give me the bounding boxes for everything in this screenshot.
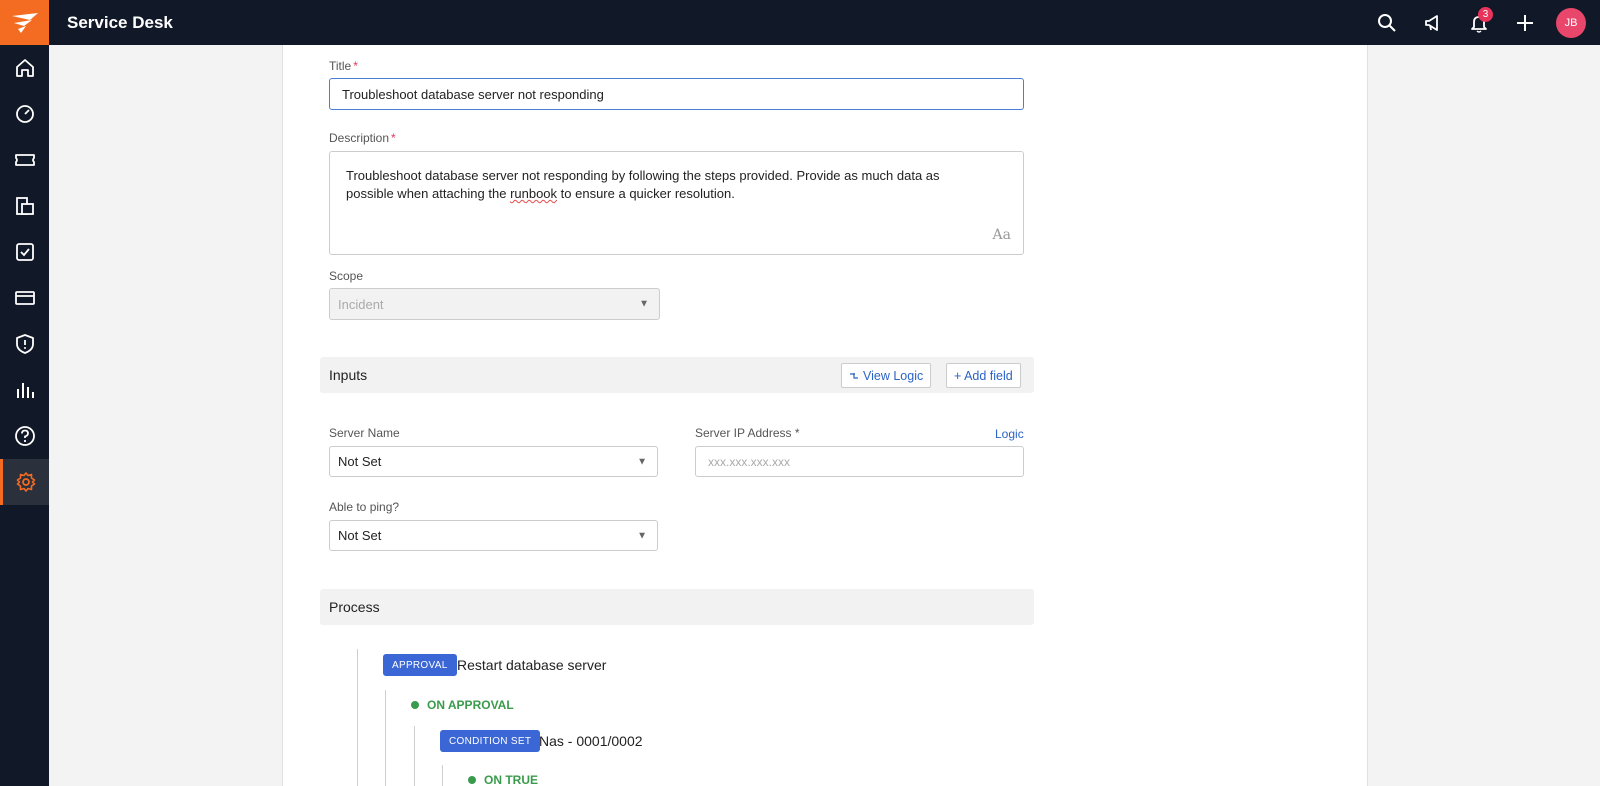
description-label: Description * bbox=[329, 131, 396, 145]
on-approval-status: ON APPROVAL bbox=[411, 698, 514, 712]
logic-icon bbox=[850, 372, 858, 379]
inputs-heading: Inputs bbox=[329, 367, 368, 383]
dashboard-icon bbox=[15, 105, 34, 123]
megaphone-icon bbox=[1425, 14, 1438, 31]
sidebar-item-home[interactable] bbox=[0, 45, 49, 91]
help-icon bbox=[14, 426, 35, 446]
on-true-status: ON TRUE bbox=[468, 773, 538, 786]
status-dot bbox=[468, 776, 476, 784]
sidebar-item-risk[interactable] bbox=[0, 321, 49, 367]
server-ip-input[interactable]: xxx.xxx.xxx.xxx bbox=[695, 446, 1024, 477]
server-ip-label: Server IP Address * bbox=[695, 426, 800, 440]
text-format-icon[interactable]: Aa bbox=[993, 226, 1011, 244]
sidebar bbox=[0, 45, 49, 786]
server-name-label: Server Name bbox=[329, 426, 400, 440]
sidebar-item-reports[interactable] bbox=[0, 367, 49, 413]
search-icon bbox=[1378, 13, 1396, 32]
checkbox-icon bbox=[15, 243, 34, 261]
tree-connector bbox=[385, 690, 386, 786]
solarwinds-logo-icon bbox=[11, 12, 38, 33]
ticket-icon bbox=[14, 154, 35, 166]
process-heading: Process bbox=[329, 599, 380, 615]
sidebar-item-dashboard[interactable] bbox=[0, 91, 49, 137]
plus-icon bbox=[1517, 14, 1533, 31]
sidebar-item-settings[interactable] bbox=[0, 459, 49, 505]
logic-link[interactable]: Logic bbox=[995, 427, 1024, 441]
title-input[interactable]: Troubleshoot database server not respond… bbox=[329, 78, 1024, 110]
app-title: Service Desk bbox=[67, 12, 173, 32]
announcements-button[interactable] bbox=[1410, 0, 1456, 45]
description-line-2: possible when attaching the runbook to e… bbox=[346, 186, 735, 201]
create-button[interactable] bbox=[1502, 0, 1548, 45]
bar-chart-icon bbox=[16, 383, 34, 398]
approval-tag: APPROVAL bbox=[383, 654, 457, 676]
app-logo[interactable] bbox=[0, 0, 49, 45]
chevron-down-icon: ▼ bbox=[637, 456, 647, 467]
sidebar-item-tickets[interactable] bbox=[0, 137, 49, 183]
notifications-button[interactable]: 3 bbox=[1456, 0, 1502, 45]
ping-value: Not Set bbox=[338, 528, 382, 543]
catalog-icon bbox=[15, 197, 34, 215]
view-logic-button[interactable]: View Logic bbox=[841, 363, 932, 388]
status-dot bbox=[411, 701, 419, 709]
description-textarea[interactable]: Troubleshoot database server not respond… bbox=[329, 151, 1024, 255]
ping-label: Able to ping? bbox=[329, 500, 400, 514]
user-avatar[interactable]: JB bbox=[1556, 7, 1586, 38]
sidebar-item-help[interactable] bbox=[0, 413, 49, 459]
step-title-condition[interactable]: Nas - 0001/0002 bbox=[539, 733, 643, 749]
ping-select[interactable]: Not Set ▼ bbox=[329, 520, 658, 551]
notification-badge: 3 bbox=[1478, 7, 1493, 22]
process-section-header: Process bbox=[320, 589, 1034, 625]
condition-set-tag: CONDITION SET bbox=[440, 730, 541, 752]
tree-connector bbox=[414, 726, 415, 786]
card-icon bbox=[14, 291, 35, 305]
step-title-restart[interactable]: Restart database server bbox=[457, 657, 606, 673]
scope-select: Incident ▼ bbox=[329, 288, 660, 320]
tree-connector bbox=[357, 649, 358, 786]
server-ip-placeholder: xxx.xxx.xxx.xxx bbox=[708, 454, 791, 469]
scope-value: Incident bbox=[338, 296, 384, 312]
server-name-value: Not Set bbox=[338, 454, 382, 469]
gear-icon bbox=[16, 472, 36, 492]
chevron-down-icon: ▼ bbox=[637, 530, 647, 541]
home-icon bbox=[15, 59, 34, 77]
description-line-1: Troubleshoot database server not respond… bbox=[346, 168, 940, 183]
inputs-section-header: Inputs View Logic + Add field bbox=[320, 357, 1034, 393]
add-field-button[interactable]: + Add field bbox=[946, 363, 1021, 388]
tree-connector bbox=[442, 765, 443, 786]
sidebar-item-catalog[interactable] bbox=[0, 183, 49, 229]
title-value: Troubleshoot database server not respond… bbox=[342, 86, 604, 102]
sidebar-item-tasks[interactable] bbox=[0, 229, 49, 275]
chevron-down-icon: ▼ bbox=[639, 298, 649, 310]
shield-icon bbox=[15, 334, 34, 354]
top-bar: Service Desk 3 JB bbox=[0, 0, 1600, 45]
title-label: Title * bbox=[329, 59, 358, 73]
search-button[interactable] bbox=[1364, 0, 1410, 45]
scope-label: Scope bbox=[329, 269, 364, 283]
server-name-select[interactable]: Not Set ▼ bbox=[329, 446, 658, 477]
sidebar-item-assets[interactable] bbox=[0, 275, 49, 321]
